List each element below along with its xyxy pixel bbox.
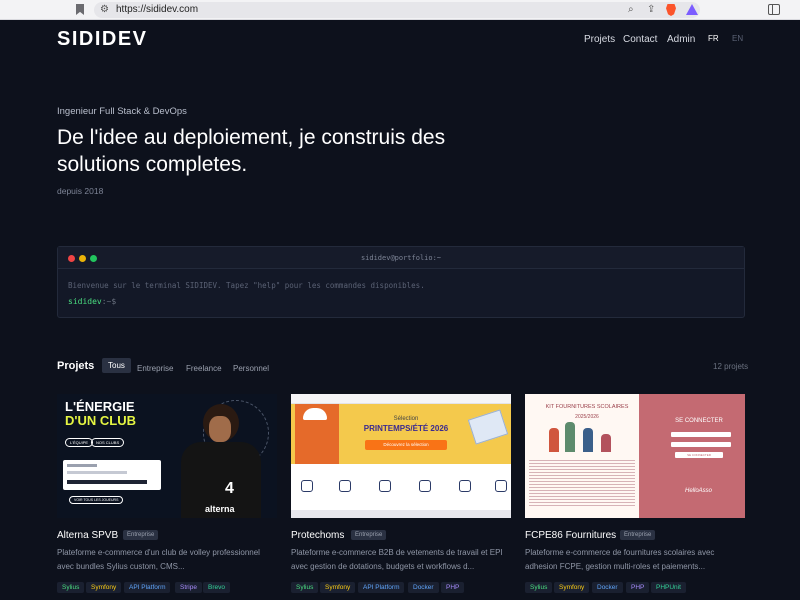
nav-admin[interactable]: Admin — [667, 34, 695, 45]
share-icon[interactable]: ⇪ — [647, 3, 655, 17]
rewards-icon[interactable] — [686, 4, 698, 15]
terminal-header: sididev@portfolio:~ — [58, 247, 744, 269]
tag-brevo: Brevo — [203, 582, 230, 593]
filter-personnel[interactable]: Personnel — [227, 361, 275, 376]
project-image-fcpe86[interactable]: KIT FOURNITURES SCOLAIRES 2025/2026 SE C… — [525, 394, 745, 518]
helmet-shape — [303, 408, 327, 420]
image-text-block — [529, 458, 635, 508]
project-title[interactable]: FCPE86 Fournitures — [525, 530, 616, 541]
zoom-icon[interactable]: ⌕ — [628, 3, 634, 17]
terminal-widget[interactable]: sididev@portfolio:~ Bienvenue sur le ter… — [57, 246, 745, 318]
project-badge: Entreprise — [123, 530, 159, 540]
tag-api-platform: API Platform — [358, 582, 405, 593]
tag-sylius: Sylius — [525, 582, 553, 593]
tag-symfony: Symfony — [86, 582, 122, 593]
image-panel — [63, 460, 161, 490]
jersey-number: 4 — [225, 480, 234, 497]
image-cta: Découvrez la sélection — [365, 440, 447, 450]
tag-sylius: Sylius — [291, 582, 319, 593]
tag-docker: Docker — [408, 582, 439, 593]
tag-docker: Docker — [592, 582, 623, 593]
terminal-welcome: Bienvenue sur le terminal SIDIDEV. Tapez… — [68, 281, 425, 290]
kid-figure — [565, 422, 575, 452]
image-headline: L'ÉNERGIE D'UN CLUB — [65, 399, 136, 428]
project-title[interactable]: Alterna SPVB — [57, 530, 118, 541]
image-selection: Sélection — [393, 416, 419, 422]
tag-php: PHP — [441, 582, 465, 593]
image-field — [671, 442, 731, 447]
tag-php: PHP — [626, 582, 650, 593]
filter-freelance[interactable]: Freelance — [180, 361, 228, 376]
jersey-brand: alterna — [205, 504, 235, 514]
player-face — [209, 416, 231, 442]
lang-fr[interactable]: FR — [708, 34, 719, 43]
nav-projets[interactable]: Projets — [584, 34, 615, 45]
image-topbar — [291, 394, 511, 404]
category-icons — [301, 480, 507, 494]
terminal-prompt[interactable]: sididev:~$ — [68, 297, 116, 306]
tag-symfony: Symfony — [320, 582, 356, 593]
project-badge: Entreprise — [620, 530, 656, 540]
tag-api-platform: API Platform — [124, 582, 171, 593]
filter-entreprise[interactable]: Entreprise — [131, 361, 179, 376]
bookmark-icon[interactable] — [76, 4, 84, 15]
browser-toolbar: ⚙ https://sididev.com ⌕ ⇪ — [0, 0, 800, 20]
image-kit-title: KIT FOURNITURES SCOLAIRES — [545, 404, 629, 410]
tag-stripe: Stripe — [175, 582, 202, 593]
prompt-path: :~$ — [101, 297, 117, 306]
project-description: Plateforme e-commerce d'un club de volle… — [57, 548, 260, 571]
filter-tous[interactable]: Tous — [102, 358, 131, 373]
lang-en[interactable]: EN — [732, 34, 743, 43]
sidebar-toggle-icon[interactable] — [768, 4, 780, 15]
image-pill-clubs: NOS CLUBS — [91, 438, 125, 447]
kid-figure — [583, 428, 593, 452]
tag-symfony: Symfony — [554, 582, 590, 593]
project-image-protechoms[interactable]: Sélection PRINTEMPS/ÉTÉ 2026 Découvrez l… — [291, 394, 511, 518]
url-text[interactable]: https://sididev.com — [116, 3, 198, 17]
image-login-button: SE CONNECTER — [675, 452, 723, 458]
site-logo[interactable]: SIDIDEV — [57, 28, 148, 51]
project-badge: Entreprise — [351, 530, 387, 540]
kid-figure — [601, 434, 611, 452]
image-field — [671, 432, 731, 437]
image-season: PRINTEMPS/ÉTÉ 2026 — [363, 424, 449, 433]
tag-phpunit: PHPUnit — [651, 582, 686, 593]
image-cta: VOIR TOUS LES JOUEURS — [69, 496, 124, 504]
nav-contact[interactable]: Contact — [623, 34, 657, 45]
hero-title: De l'idee au deploiement, je construis d… — [57, 126, 446, 176]
image-year: 2025/2026 — [575, 414, 599, 420]
hero-subtitle: Ingenieur Full Stack & DevOps — [57, 106, 187, 117]
terminal-title: sididev@portfolio:~ — [360, 254, 442, 262]
image-pill-team: L'ÉQUIPE — [65, 438, 94, 447]
project-image-alterna[interactable]: L'ÉNERGIE D'UN CLUB L'ÉQUIPE NOS CLUBS VO… — [57, 394, 277, 518]
project-description: Plateforme e-commerce B2B de vetements d… — [291, 548, 503, 571]
prompt-user: sididev — [68, 297, 102, 306]
projects-heading: Projets — [57, 360, 95, 372]
site-settings-icon[interactable]: ⚙ — [100, 3, 109, 17]
projects-count: 12 projets — [713, 362, 749, 371]
project-description: Plateforme e-commerce de fournitures sco… — [525, 548, 715, 571]
kid-figure — [549, 428, 559, 452]
tag-sylius: Sylius — [57, 582, 85, 593]
project-title[interactable]: Protechoms — [291, 530, 344, 541]
hero-since: depuis 2018 — [57, 186, 104, 196]
image-partner-logo: HelloAsso — [685, 488, 713, 494]
image-login-title: SE CONNECTER — [675, 418, 723, 424]
image-strip — [291, 510, 511, 518]
